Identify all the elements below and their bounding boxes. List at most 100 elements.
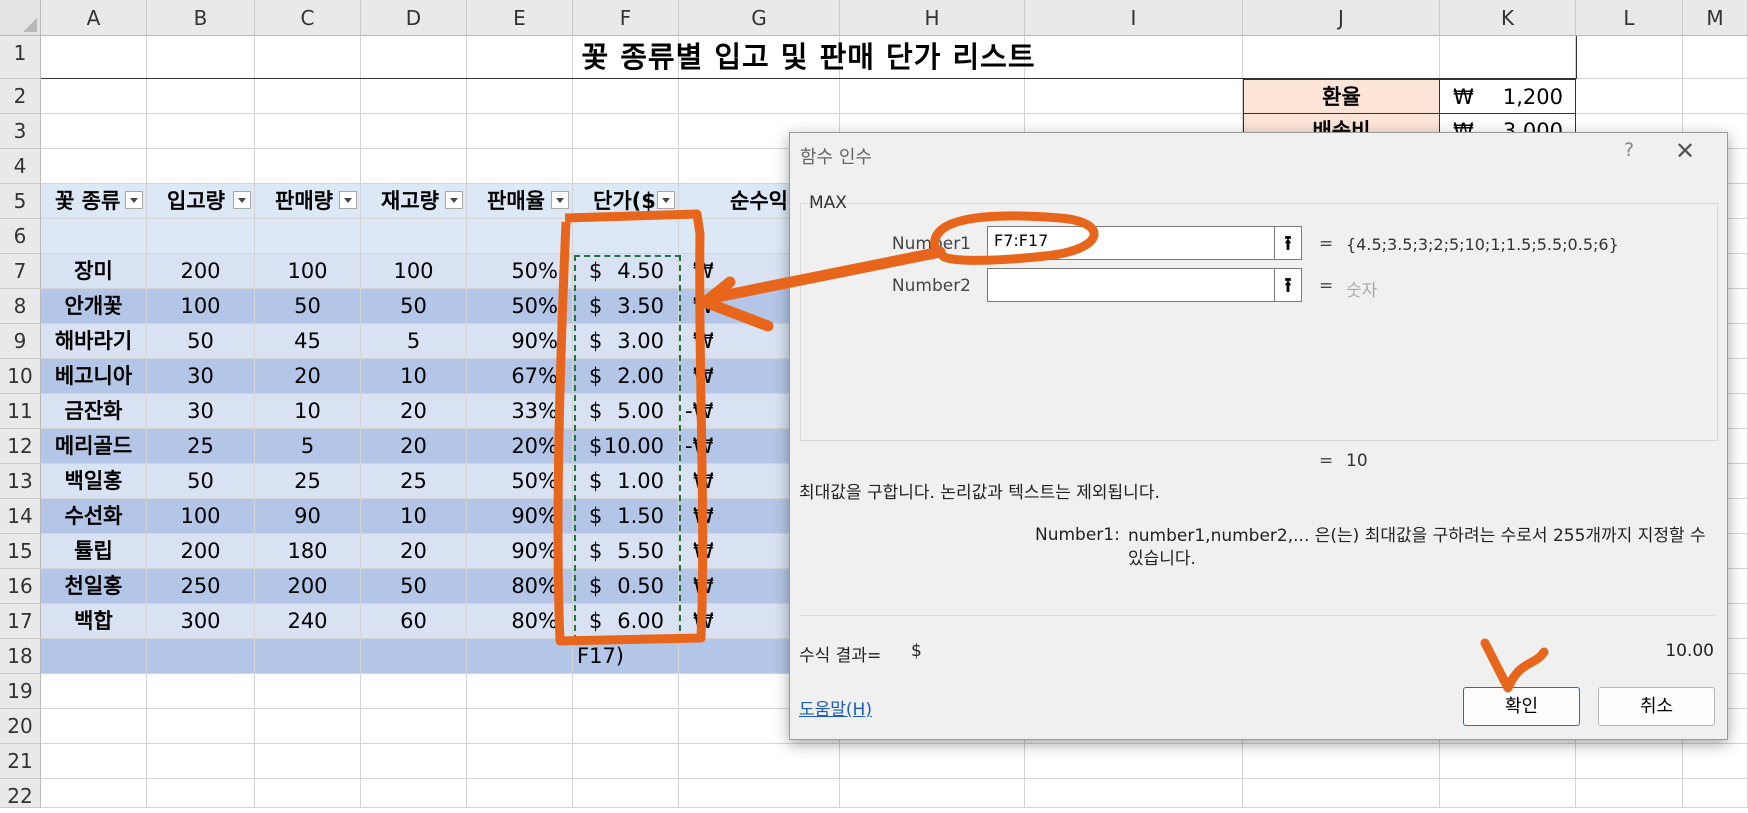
grid-cell[interactable] [1683, 79, 1748, 114]
grid-cell[interactable] [255, 709, 361, 744]
grid-cell[interactable] [1440, 779, 1576, 808]
sold-cell[interactable]: 45 [255, 324, 361, 359]
flower-name-cell[interactable]: 장미 [41, 254, 147, 289]
grid-cell[interactable] [840, 779, 1025, 808]
exchange-label[interactable]: 환율 [1243, 79, 1440, 114]
row-header[interactable]: 8 [0, 289, 41, 324]
flower-name-cell[interactable]: 메리골드 [41, 429, 147, 464]
column-header[interactable]: J [1243, 0, 1440, 36]
column-header[interactable]: B [147, 0, 255, 36]
flower-name-cell[interactable]: 안개꽃 [41, 289, 147, 324]
column-header[interactable]: M [1683, 0, 1748, 36]
grid-cell[interactable] [679, 79, 840, 114]
row-header[interactable]: 13 [0, 464, 41, 499]
stock-in-cell[interactable]: 30 [147, 359, 255, 394]
sold-cell[interactable]: 180 [255, 534, 361, 569]
stock-in-cell[interactable]: 30 [147, 394, 255, 429]
grid-cell[interactable] [41, 744, 147, 779]
grid-cell[interactable] [1243, 779, 1440, 808]
filter-dropdown-icon[interactable] [233, 191, 251, 209]
stock-cell[interactable]: 100 [361, 254, 467, 289]
filter-dropdown-icon[interactable] [445, 191, 463, 209]
filter-dropdown-icon[interactable] [551, 191, 569, 209]
grid-cell[interactable] [41, 709, 147, 744]
grid-cell[interactable] [840, 744, 1025, 779]
grid-cell[interactable] [573, 744, 679, 779]
grid-cell[interactable] [41, 149, 147, 184]
grid-cell[interactable] [41, 114, 147, 149]
sold-cell[interactable]: 200 [255, 569, 361, 604]
row-header[interactable]: 10 [0, 359, 41, 394]
grid-cell[interactable] [147, 114, 255, 149]
row-header[interactable]: 11 [0, 394, 41, 429]
stock-in-cell[interactable]: 25 [147, 429, 255, 464]
number2-input[interactable] [987, 268, 1293, 302]
stock-in-cell[interactable]: 200 [147, 254, 255, 289]
table-header-cell[interactable]: 판매량 [255, 184, 361, 219]
stock-in-cell[interactable]: 50 [147, 464, 255, 499]
filter-dropdown-icon[interactable] [339, 191, 357, 209]
sell-rate-cell[interactable]: 90% [467, 324, 573, 359]
stock-cell[interactable]: 20 [361, 534, 467, 569]
grid-cell[interactable] [1683, 744, 1748, 779]
collapse-dialog-icon[interactable]: ⭱ [1274, 226, 1302, 260]
sell-rate-cell[interactable]: 50% [467, 254, 573, 289]
row-header[interactable]: 1 [0, 36, 41, 79]
table-header-blank[interactable] [255, 219, 361, 254]
close-icon[interactable]: ✕ [1670, 137, 1700, 165]
column-header[interactable]: F [573, 0, 679, 36]
grid-cell[interactable] [1683, 779, 1748, 808]
sell-rate-cell[interactable]: 90% [467, 534, 573, 569]
stock-cell[interactable]: 25 [361, 464, 467, 499]
stock-cell[interactable]: 20 [361, 394, 467, 429]
sell-rate-cell[interactable]: 80% [467, 569, 573, 604]
grid-cell[interactable] [147, 149, 255, 184]
sell-rate-cell[interactable]: 90% [467, 499, 573, 534]
grid-cell[interactable] [679, 779, 840, 808]
grid-cell[interactable] [255, 114, 361, 149]
summary-row-cell[interactable] [41, 639, 147, 674]
grid-cell[interactable] [467, 709, 573, 744]
table-header-cell[interactable]: 꽃 종류 [41, 184, 147, 219]
sold-cell[interactable]: 100 [255, 254, 361, 289]
row-header[interactable]: 5 [0, 184, 41, 219]
flower-name-cell[interactable]: 베고니아 [41, 359, 147, 394]
sold-cell[interactable]: 25 [255, 464, 361, 499]
grid-cell[interactable] [1576, 744, 1683, 779]
column-header[interactable]: H [840, 0, 1025, 36]
grid-cell[interactable] [255, 149, 361, 184]
grid-cell[interactable] [41, 79, 147, 114]
stock-in-cell[interactable]: 300 [147, 604, 255, 639]
grid-cell[interactable] [467, 114, 573, 149]
table-header-blank[interactable] [147, 219, 255, 254]
grid-cell[interactable] [679, 744, 840, 779]
stock-cell[interactable]: 50 [361, 569, 467, 604]
grid-cell[interactable] [1683, 36, 1748, 79]
cancel-button[interactable]: 취소 [1598, 687, 1715, 726]
summary-row-cell[interactable] [361, 639, 467, 674]
row-header[interactable]: 14 [0, 499, 41, 534]
exchange-value-cell[interactable]: ₩ 1,200 [1440, 79, 1576, 114]
number1-input[interactable]: F7:F17 [987, 226, 1293, 260]
column-header[interactable]: I [1025, 0, 1243, 36]
summary-row-cell[interactable] [467, 639, 573, 674]
row-header[interactable]: 2 [0, 79, 41, 114]
grid-cell[interactable] [255, 79, 361, 114]
grid-cell[interactable] [361, 779, 467, 808]
select-all-corner[interactable] [0, 0, 41, 36]
sold-cell[interactable]: 90 [255, 499, 361, 534]
grid-cell[interactable] [255, 744, 361, 779]
stock-in-cell[interactable]: 100 [147, 289, 255, 324]
row-header[interactable]: 17 [0, 604, 41, 639]
grid-cell[interactable] [1576, 36, 1683, 79]
row-header[interactable]: 16 [0, 569, 41, 604]
sold-cell[interactable]: 50 [255, 289, 361, 324]
row-header[interactable]: 3 [0, 114, 41, 149]
grid-cell[interactable] [361, 709, 467, 744]
grid-cell[interactable] [147, 79, 255, 114]
grid-cell[interactable] [1025, 779, 1243, 808]
row-header[interactable]: 22 [0, 779, 41, 808]
collapse-dialog-icon[interactable]: ⭱ [1274, 268, 1302, 302]
flower-name-cell[interactable]: 수선화 [41, 499, 147, 534]
flower-name-cell[interactable]: 해바라기 [41, 324, 147, 359]
